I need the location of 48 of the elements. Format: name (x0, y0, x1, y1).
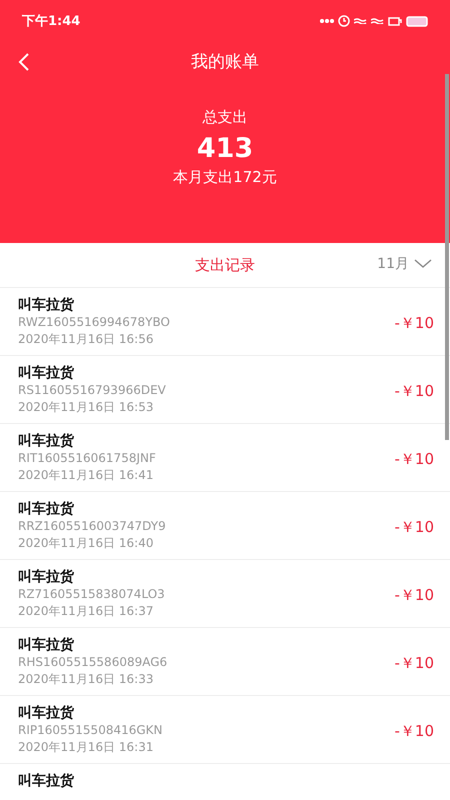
record-amount: -￥10 (394, 654, 434, 673)
more-dots-icon (320, 19, 334, 23)
order-number: RS11605516793966DEV (18, 382, 166, 399)
total-amount: 413 (196, 133, 254, 164)
plug-icon (388, 16, 402, 26)
order-number: RWZ1605516994678YBO (18, 314, 170, 331)
month-dropdown[interactable]: 11月 (377, 255, 432, 273)
record-title: 叫车拉货 (18, 364, 75, 382)
record-title: 叫车拉货 (18, 432, 75, 450)
record-time: 2020年11月16日 16:40 (18, 535, 154, 552)
record-row[interactable]: 叫车拉货 RRZ1605516003747DY9 2020年11月16日 16:40 -￥10 (0, 492, 450, 560)
record-title: 叫车拉货 (18, 772, 74, 790)
record-amount: -￥10 (394, 382, 434, 401)
wave-icon (371, 18, 384, 24)
chevron-down-icon (414, 259, 432, 269)
battery-icon (406, 16, 428, 26)
record-title: 叫车拉货 (18, 296, 75, 314)
record-time: 2020年11月16日 16:53 (18, 399, 154, 416)
record-row[interactable]: 叫车拉货 (0, 764, 450, 800)
section-title: 支出记录 (195, 256, 255, 274)
record-row[interactable]: 叫车拉货 RIP1605515508416GKN 2020年11月16日 16:31 -￥10 (0, 696, 450, 764)
record-time: 2020年11月16日 16:37 (18, 603, 154, 620)
order-number: RRZ1605516003747DY9 (18, 518, 166, 535)
total-label: 总支出 (202, 108, 248, 127)
record-time: 2020年11月16日 16:56 (18, 331, 154, 348)
record-amount: -￥10 (394, 518, 434, 537)
record-title: 叫车拉货 (18, 568, 75, 586)
record-row[interactable]: 叫车拉货 RHS1605515586089AG6 2020年11月16日 16:33 -￥10 (0, 628, 450, 696)
record-amount: -￥10 (394, 722, 434, 741)
record-time: 2020年11月16日 16:31 (18, 739, 154, 756)
record-time: 2020年11月16日 16:41 (18, 467, 154, 484)
wave-icon (354, 18, 367, 24)
record-title: 叫车拉货 (18, 636, 75, 654)
month-summary: 本月支出172元 (173, 168, 277, 187)
record-amount: -￥10 (394, 450, 434, 469)
record-amount: -￥10 (394, 314, 434, 333)
record-amount: -￥10 (394, 586, 434, 605)
record-time: 2020年11月16日 16:33 (18, 671, 154, 688)
order-number: RZ71605515838074LO3 (18, 586, 165, 603)
page-title: 我的账单 (191, 50, 259, 72)
alarm-clock-icon (338, 15, 350, 27)
order-number: RHS1605515586089AG6 (18, 654, 168, 671)
status-time: 下午1:44 (22, 13, 80, 30)
order-number: RIT1605516061758JNF (18, 450, 156, 467)
record-title: 叫车拉货 (18, 500, 75, 518)
order-number: RIP1605515508416GKN (18, 722, 163, 739)
record-row[interactable]: 叫车拉货 RZ71605515838074LO3 2020年11月16日 16:37 -￥10 (0, 560, 450, 628)
record-title: 叫车拉货 (18, 704, 75, 722)
